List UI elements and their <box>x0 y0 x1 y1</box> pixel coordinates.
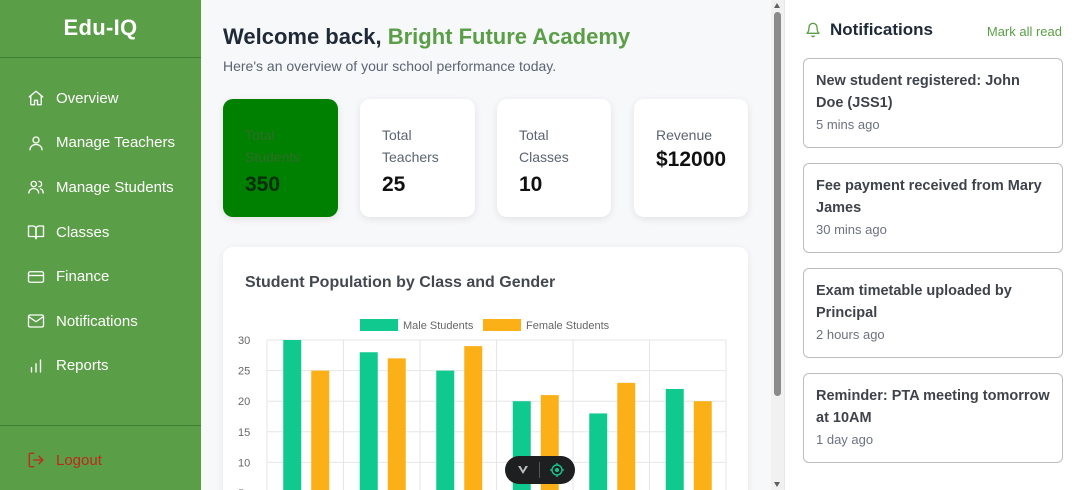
stat-card-total-teachers[interactable]: Total Teachers 25 <box>360 99 475 217</box>
credit-card-icon <box>27 270 45 283</box>
sidebar-item-label: Classes <box>56 223 110 241</box>
sidebar-item-label: Overview <box>56 89 119 107</box>
home-icon <box>28 90 44 106</box>
stat-label: Revenue <box>656 127 713 143</box>
bar-chart-icon <box>30 359 42 373</box>
scroll-down-arrow[interactable] <box>774 482 780 487</box>
bar-male <box>283 340 302 490</box>
sidebar-item-overview[interactable]: Overview <box>0 76 201 121</box>
book-icon <box>27 225 45 240</box>
notification-item[interactable]: Exam timetable uploaded by Principal 2 h… <box>803 268 1063 358</box>
sidebar-nav: Overview Manage Teachers Manage Students… <box>0 58 201 388</box>
sidebar: Edu-IQ Overview Manage Teachers Manage S… <box>0 0 201 490</box>
sidebar-item-reports[interactable]: Reports <box>0 344 201 389</box>
welcome-text: Welcome back, <box>223 24 382 49</box>
main-scrollbar[interactable] <box>771 0 784 490</box>
stat-value: 10 <box>519 173 543 196</box>
sidebar-item-notifications[interactable]: Notifications <box>0 299 201 344</box>
notifications-panel: Notifications Mark all read New student … <box>784 0 1080 490</box>
users-icon <box>28 181 44 195</box>
sidebar-item-finance[interactable]: Finance <box>0 254 201 299</box>
y-tick-label: 20 <box>238 396 250 408</box>
bar-female <box>311 370 330 490</box>
population-chart-card: Student Population by Class and Gender M… <box>223 247 748 490</box>
notification-time: 30 mins ago <box>816 222 887 237</box>
page-title: Welcome back, Bright Future Academy <box>223 24 630 50</box>
legend-swatch <box>483 319 521 331</box>
stat-value: 350 <box>245 173 281 196</box>
notifications-header: Notifications <box>805 20 933 40</box>
y-tick-label: 10 <box>238 457 250 469</box>
notifications-title: Notifications <box>830 20 933 39</box>
notification-item[interactable]: Reminder: PTA meeting tomorrow at 10AM 1… <box>803 373 1063 463</box>
stat-label: Total Teachers <box>382 127 439 165</box>
notification-message: Fee payment received from Mary James <box>816 178 1042 216</box>
notification-time: 2 hours ago <box>816 327 885 342</box>
page-subtitle: Here's an overview of your school perfor… <box>223 58 557 74</box>
mail-icon <box>27 314 45 328</box>
stat-value: 25 <box>382 173 406 196</box>
bar-male <box>359 352 378 490</box>
crosshair-icon[interactable] <box>549 462 565 478</box>
floating-toolbar[interactable] <box>505 456 575 484</box>
sidebar-item-label: Finance <box>56 268 110 286</box>
sidebar-item-label: Manage Teachers <box>56 134 175 152</box>
sidebar-item-classes[interactable]: Classes <box>0 210 201 255</box>
bar-female <box>387 358 406 490</box>
notification-item[interactable]: New student registered: John Doe (JSS1) … <box>803 58 1063 148</box>
sidebar-item-manage-students[interactable]: Manage Students <box>0 165 201 210</box>
sidebar-item-label: Notifications <box>56 312 138 330</box>
sidebar-item-label: Manage Students <box>56 178 174 196</box>
sidebar-item-manage-teachers[interactable]: Manage Teachers <box>0 121 201 166</box>
bar-male <box>436 370 455 490</box>
notification-item[interactable]: Fee payment received from Mary James 30 … <box>803 163 1063 253</box>
legend-label: Female Students <box>526 320 610 332</box>
notification-time: 5 mins ago <box>816 117 880 132</box>
population-bar-chart: Male StudentsFemale Students30252015105 <box>238 319 727 490</box>
bell-icon <box>806 22 820 38</box>
notification-time: 1 day ago <box>816 432 874 447</box>
chevron-down-icon[interactable] <box>515 462 531 478</box>
stat-label: Total Students <box>245 127 301 165</box>
sidebar-item-label: Reports <box>56 357 109 375</box>
notification-message: Reminder: PTA meeting tomorrow at 10AM <box>816 388 1050 426</box>
main-content: Welcome back, Bright Future Academy Here… <box>201 0 771 490</box>
logout-section: Logout <box>0 425 201 490</box>
toolbar-separator <box>539 462 541 478</box>
legend-label: Male Students <box>403 320 474 332</box>
stat-value: $12000 <box>656 148 727 171</box>
y-tick-label: 30 <box>238 335 250 347</box>
notification-message: New student registered: John Doe (JSS1) <box>816 73 1020 111</box>
user-icon <box>29 136 43 151</box>
logout-icon <box>28 452 44 468</box>
bar-male <box>589 413 608 490</box>
legend-swatch <box>360 319 398 331</box>
stat-card-total-students[interactable]: Total Students 350 <box>223 99 338 217</box>
stat-card-total-classes[interactable]: Total Classes 10 <box>497 99 611 217</box>
bar-female <box>693 401 712 490</box>
mark-all-read-link[interactable]: Mark all read <box>987 24 1062 39</box>
bar-male <box>665 388 684 490</box>
logout-label: Logout <box>56 451 102 469</box>
scroll-thumb[interactable] <box>774 12 781 396</box>
y-tick-label: 25 <box>238 366 250 378</box>
logout-button[interactable]: Logout <box>0 426 201 490</box>
bar-female <box>464 346 483 490</box>
bar-female <box>617 382 636 490</box>
scroll-up-arrow[interactable] <box>774 3 780 8</box>
stat-label: Total Classes <box>519 127 569 165</box>
school-name: Bright Future Academy <box>387 24 631 49</box>
notification-message: Exam timetable uploaded by Principal <box>816 283 1012 321</box>
brand-logo[interactable]: Edu-IQ <box>0 0 201 58</box>
y-tick-label: 15 <box>238 427 250 439</box>
stat-card-revenue[interactable]: Revenue $12000 <box>634 99 748 217</box>
